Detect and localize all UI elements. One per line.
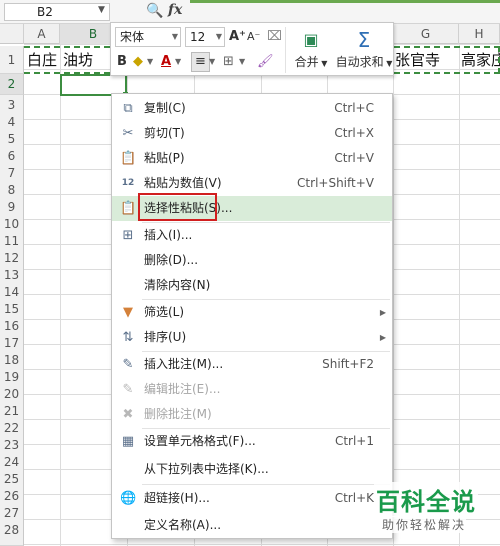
context-menu: ⧉ 复制(C) Ctrl+C ✂ 剪切(T) Ctrl+X 📋 粘贴(P) Ct… — [111, 93, 393, 539]
borders-icon[interactable]: ⊞ — [223, 53, 234, 71]
chevron-down-icon: ▼ — [383, 59, 393, 68]
toolbar-separator — [285, 27, 286, 73]
filter-icon: ▼ — [123, 305, 133, 320]
borders-dropdown-icon[interactable]: ▼ — [239, 53, 245, 71]
align-center-icon[interactable]: ≡ — [191, 52, 210, 72]
autosum-label: 自动求和 — [335, 55, 384, 69]
shrink-font-button[interactable]: A⁻ — [247, 28, 260, 46]
zoom-icon[interactable]: 🔍 — [146, 3, 163, 19]
menu-item-pick-from-list[interactable]: 从下拉列表中选择(K)... — [112, 457, 392, 482]
hyperlink-icon: 🌐 — [120, 491, 137, 506]
font-color-dropdown-icon[interactable]: ▼ — [175, 53, 181, 71]
menu-item-hyperlink[interactable]: 🌐 超链接(H)... Ctrl+K — [112, 486, 392, 511]
watermark-slogan: 助你轻松解决 — [382, 516, 467, 533]
bold-button[interactable]: B — [117, 53, 127, 71]
menu-item-copy[interactable]: ⧉ 复制(C) Ctrl+C — [112, 96, 392, 121]
font-size-value: 12 — [190, 30, 206, 44]
highlight-callout-box — [138, 193, 217, 221]
sort-icon: ⇅ — [122, 330, 134, 345]
fill-color-dropdown-icon[interactable]: ▼ — [147, 53, 153, 71]
paste-special-icon: 📋 — [120, 201, 137, 216]
menu-item-filter[interactable]: ▼ 筛选(L) ▶ — [112, 300, 392, 325]
menu-item-cut[interactable]: ✂ 剪切(T) Ctrl+X — [112, 121, 392, 146]
merge-button[interactable]: ▣ 合并 ▼ — [291, 27, 331, 73]
menu-item-edit-comment: ✎ 编辑批注(E)... — [112, 377, 392, 402]
column-header-g[interactable]: G — [393, 24, 459, 44]
chevron-down-icon: ▼ — [215, 32, 222, 41]
font-color-button[interactable]: A — [161, 53, 171, 71]
menu-item-insert[interactable]: ⊞ 插入(I)... — [112, 223, 392, 248]
select-all-corner[interactable] — [0, 24, 24, 44]
format-cells-icon: ▦ — [121, 434, 135, 449]
name-box[interactable]: B2 — [4, 3, 110, 21]
grid-column-line — [459, 44, 460, 546]
menu-item-sort[interactable]: ⇅ 排序(U) ▶ — [112, 325, 392, 350]
grid-column-line — [393, 44, 394, 546]
insert-function-button[interactable]: fx — [168, 2, 182, 18]
formula-bar-accent — [190, 0, 500, 3]
font-size-select[interactable]: 12 ▼ — [185, 27, 225, 47]
fill-color-icon[interactable]: ◆ — [133, 53, 143, 71]
menu-item-paste[interactable]: 📋 粘贴(P) Ctrl+V — [112, 146, 392, 171]
edit-comment-icon: ✎ — [122, 382, 134, 397]
chevron-down-icon: ▼ — [171, 32, 178, 41]
row-header-1[interactable]: 1 — [0, 46, 24, 74]
autosum-button[interactable]: Σ 自动求和 ▼ — [335, 27, 393, 73]
insert-comment-icon: ✎ — [122, 357, 134, 372]
submenu-arrow-icon: ▶ — [379, 333, 386, 342]
copy-icon: ⧉ — [123, 101, 133, 116]
column-header-h[interactable]: H — [459, 24, 500, 44]
scissors-icon: ✂ — [122, 126, 134, 141]
delete-comment-icon: ✖ — [122, 407, 134, 422]
align-dropdown-icon[interactable]: ▼ — [209, 53, 215, 71]
menu-item-clear-contents[interactable]: 清除内容(N) — [112, 273, 392, 298]
merge-label: 合并 — [294, 55, 319, 69]
paste-icon: 📋 — [120, 151, 137, 166]
grid-column-line — [60, 44, 61, 546]
insert-cells-icon: ⊞ — [122, 228, 134, 243]
chevron-down-icon: ▼ — [318, 59, 328, 68]
clear-format-icon[interactable]: ⌧ — [267, 28, 282, 46]
submenu-arrow-icon: ▶ — [379, 308, 386, 317]
mini-toolbar: 宋体 ▼ 12 ▼ A⁺ A⁻ ⌧ B ◆ ▼ A ▼ ≡ ▼ ⊞ ▼ 🖌 ▣ … — [110, 22, 394, 76]
menu-item-delete-comment: ✖ 删除批注(M) — [112, 402, 392, 427]
row-header-28[interactable]: 28 — [0, 520, 24, 546]
watermark-logo: 百科全说 — [374, 482, 478, 517]
font-name-value: 宋体 — [120, 30, 145, 44]
menu-item-format-cells[interactable]: ▦ 设置单元格格式(F)... Ctrl+1 — [112, 429, 392, 454]
cell-reference: B2 — [37, 5, 53, 19]
merge-cells-icon: ▣ — [303, 30, 319, 49]
menu-item-insert-comment[interactable]: ✎ 插入批注(M)... Shift+F2 — [112, 352, 392, 377]
font-name-select[interactable]: 宋体 ▼ — [115, 27, 181, 47]
format-painter-icon[interactable]: 🖌 — [257, 53, 274, 71]
menu-separator — [142, 484, 390, 485]
formula-bar: B2 ▼ 🔍 fx — [0, 0, 500, 24]
row-header-2[interactable]: 2 — [0, 74, 24, 95]
menu-item-define-name[interactable]: 定义名称(A)... — [112, 513, 392, 538]
menu-item-delete[interactable]: 删除(D)... — [112, 248, 392, 273]
sigma-icon: Σ — [357, 28, 371, 52]
grow-font-button[interactable]: A⁺ — [229, 28, 246, 46]
column-header-a[interactable]: A — [24, 24, 60, 44]
paste-values-icon: 12 — [121, 178, 135, 188]
name-box-dropdown-icon[interactable]: ▼ — [98, 5, 105, 15]
